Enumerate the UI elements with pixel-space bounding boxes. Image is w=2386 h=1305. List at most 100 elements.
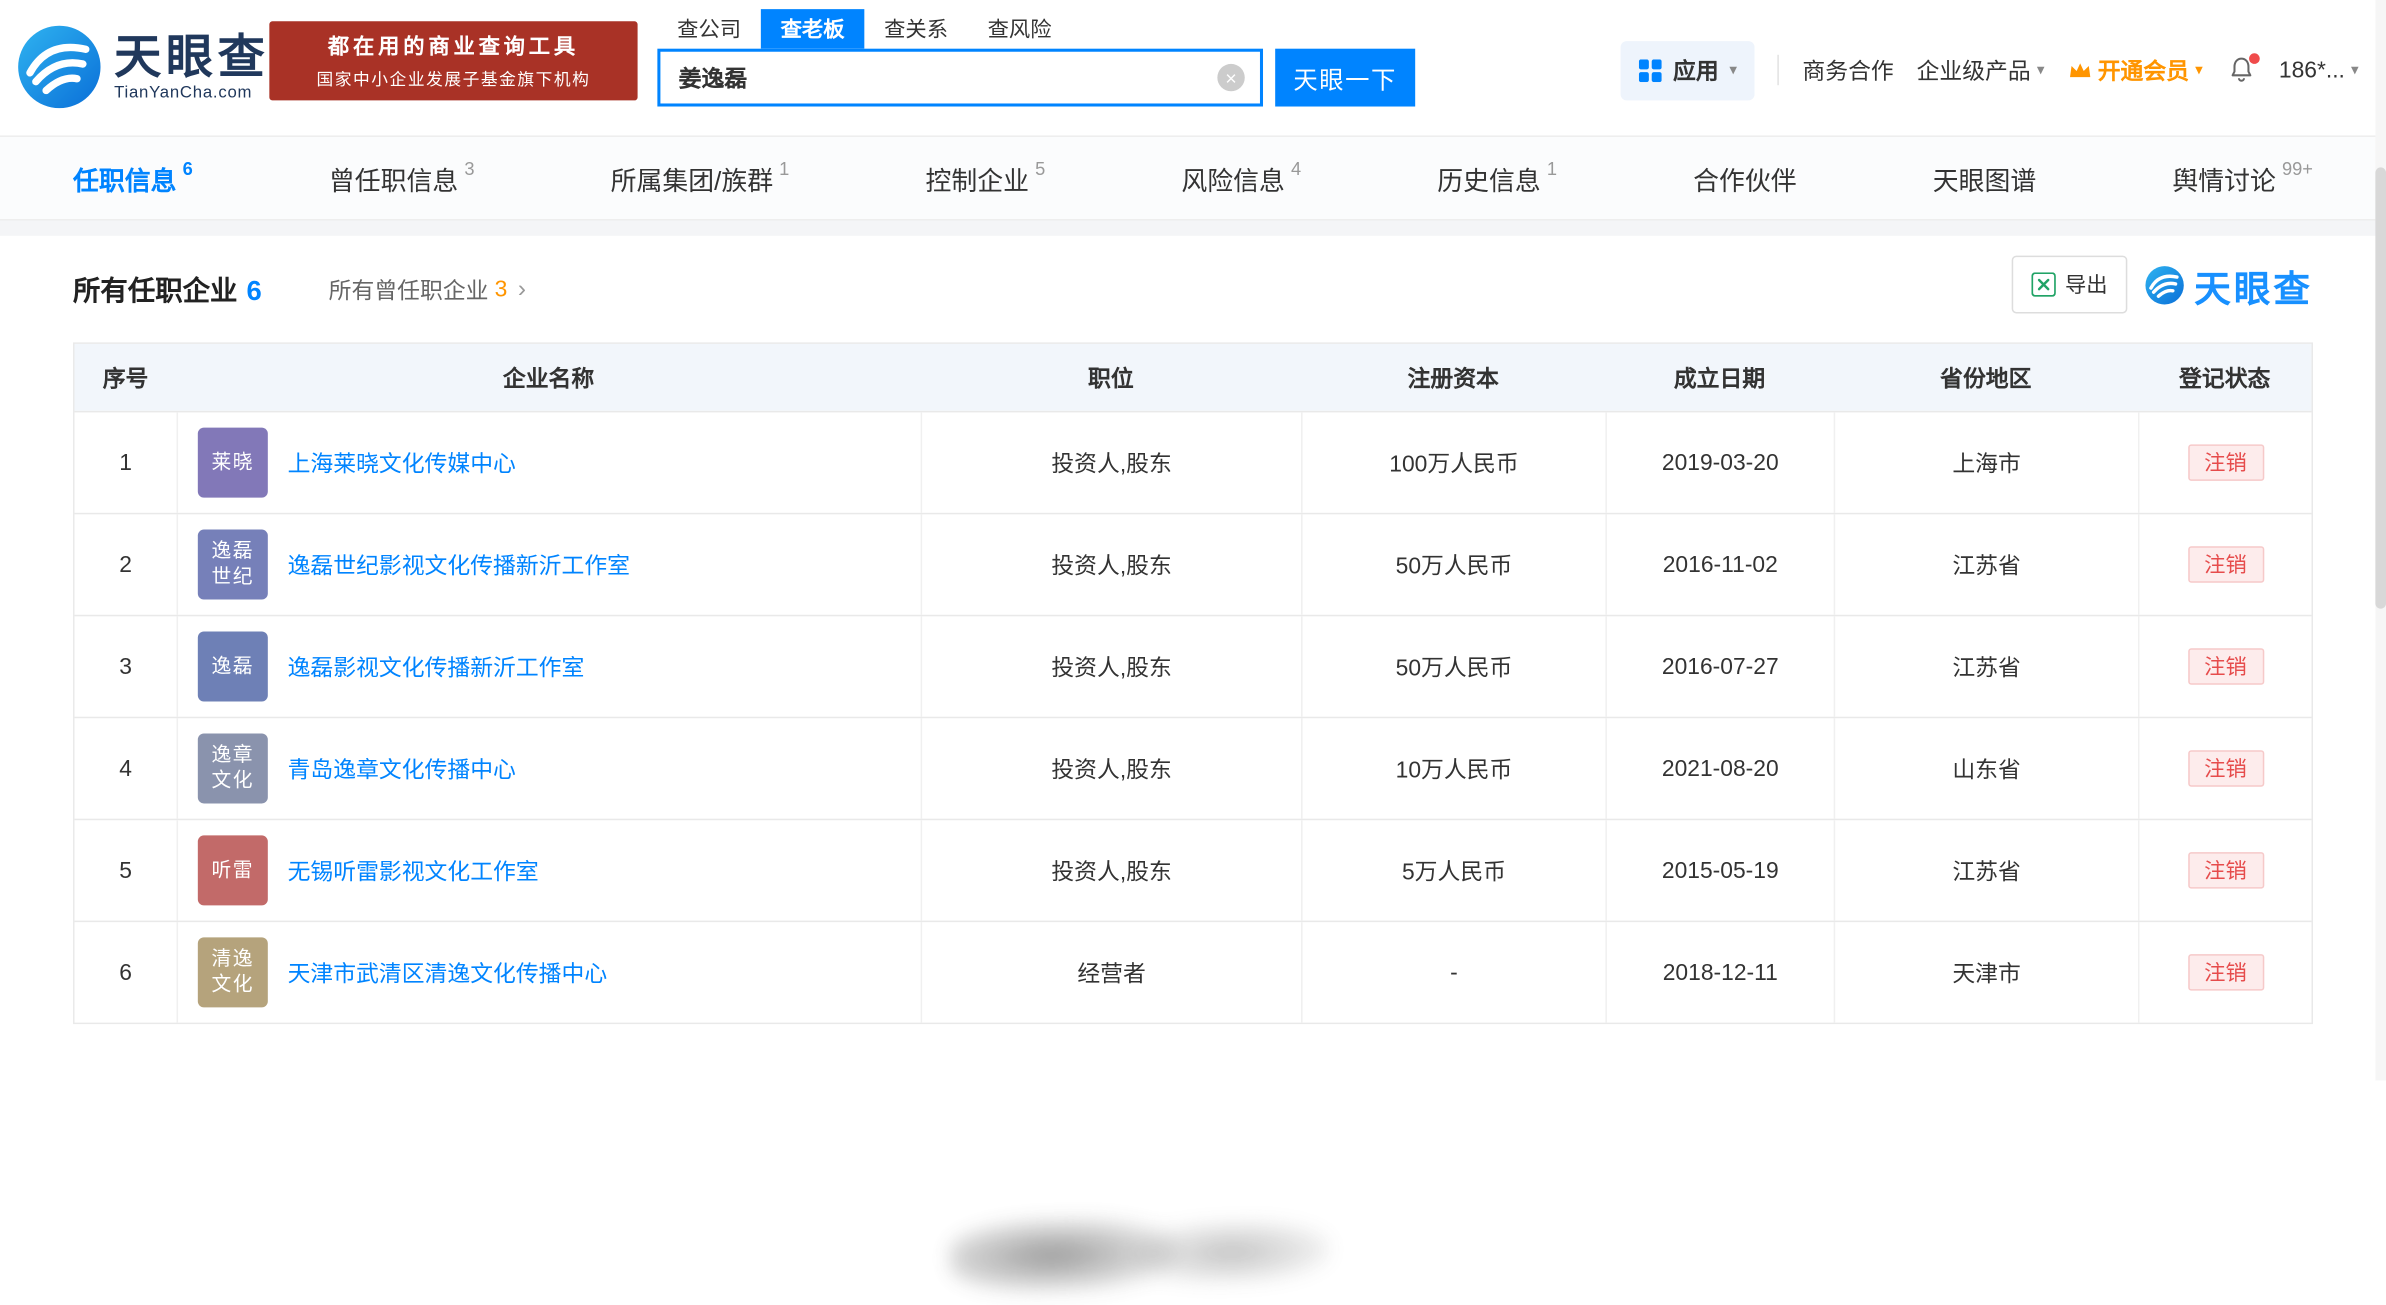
search-type-tab[interactable]: 查风险 [968, 9, 1071, 49]
region-cell: 江苏省 [1834, 514, 2138, 614]
enterprise-products-menu[interactable]: 企业级产品 ▾ [1917, 54, 2045, 86]
column-header: 注册资本 [1301, 344, 1605, 411]
search-type-tab[interactable]: 查公司 [657, 9, 760, 49]
nav-tab[interactable]: 风险信息 4 [1181, 137, 1301, 219]
row-number-cell: 4 [75, 718, 177, 818]
status-badge: 注销 [2187, 852, 2263, 889]
vip-label: 开通会员 [2098, 54, 2189, 86]
company-name-link[interactable]: 上海莱晓文化传媒中心 [288, 447, 516, 479]
search-type-tab[interactable]: 查老板 [761, 9, 864, 49]
status-cell: 注销 [2138, 412, 2311, 512]
row-number-cell: 1 [75, 412, 177, 512]
company-cell: 逸磊 逸磊影视文化传播新沂工作室 [177, 616, 921, 716]
business-cooperation-link[interactable]: 商务合作 [1802, 54, 1893, 86]
company-name-link[interactable]: 逸磊世纪影视文化传播新沂工作室 [288, 549, 630, 581]
former-positions-count: 3 [495, 277, 508, 303]
tab-count-badge: 6 [183, 158, 193, 179]
crown-icon [2067, 59, 2091, 80]
position-cell: 投资人,股东 [921, 412, 1301, 512]
status-cell: 注销 [2138, 718, 2311, 818]
status-badge: 注销 [2187, 546, 2263, 583]
scrollbar [2375, 0, 2386, 1080]
capital-cell: 5万人民币 [1301, 820, 1605, 920]
apps-menu[interactable]: 应用 ▾ [1621, 40, 1755, 99]
company-name-link[interactable]: 逸磊影视文化传播新沂工作室 [288, 651, 585, 683]
vip-upgrade-menu[interactable]: 开通会员 ▾ [2067, 54, 2203, 86]
nav-tab[interactable]: 控制企业 5 [926, 137, 1046, 219]
main-content: 所有任职企业6 所有曾任职企业 3 › 导出 [0, 236, 2386, 1081]
nav-tab[interactable]: 曾任职信息 3 [329, 137, 475, 219]
status-badge: 注销 [2187, 444, 2263, 481]
company-avatar[interactable]: 听雷 [198, 835, 268, 905]
search-area: 查公司 查老板 查关系 查风险 × 天眼一下 [657, 9, 1415, 106]
company-avatar[interactable]: 逸章 文化 [198, 733, 268, 803]
chevron-down-icon: ▾ [2351, 62, 2359, 79]
row-number-cell: 6 [75, 922, 177, 1022]
nav-tab[interactable]: 舆情讨论 99+ [2172, 137, 2313, 219]
table-row: 2 逸磊 世纪 逸磊世纪影视文化传播新沂工作室 投资人,股东 50万人民币 20… [75, 513, 2312, 615]
status-badge: 注销 [2187, 750, 2263, 787]
search-input[interactable] [660, 63, 1217, 92]
scrollbar-thumb[interactable] [2375, 167, 2386, 608]
row-number-cell: 5 [75, 820, 177, 920]
nav-tab[interactable]: 历史信息 1 [1437, 137, 1557, 219]
section-gap [0, 221, 2386, 236]
company-avatar[interactable]: 莱晓 [198, 428, 268, 498]
export-button[interactable]: 导出 [2012, 256, 2128, 314]
search-button[interactable]: 天眼一下 [1275, 49, 1415, 107]
notifications-button[interactable] [2226, 55, 2256, 85]
brand-logo-icon [2144, 265, 2185, 306]
banner-line2: 国家中小企业发展子基金旗下机构 [317, 67, 591, 91]
founded-date-cell: 2015-05-19 [1605, 820, 1833, 920]
company-name-link[interactable]: 无锡听雷影视文化工作室 [288, 854, 539, 886]
tab-count-badge: 99+ [2282, 158, 2313, 179]
table-row: 3 逸磊 逸磊影视文化传播新沂工作室 投资人,股东 50万人民币 2016-07… [75, 615, 2312, 717]
tianyancha-logo[interactable]: 天眼查 TianYanCha.com [15, 23, 269, 111]
column-header: 登记状态 [2138, 344, 2311, 411]
table-row: 6 清逸 文化 天津市武清区清逸文化传播中心 经营者 - 2018-12-11 … [75, 921, 2312, 1023]
founded-date-cell: 2018-12-11 [1605, 922, 1833, 1022]
company-name-link[interactable]: 天津市武清区清逸文化传播中心 [288, 956, 608, 988]
table-body: 1 莱晓 上海莱晓文化传媒中心 投资人,股东 100万人民币 2019-03-2… [75, 411, 2312, 1023]
column-header: 企业名称 [177, 344, 921, 411]
company-avatar[interactable]: 清逸 文化 [198, 937, 268, 1007]
column-header: 职位 [921, 344, 1301, 411]
company-name-link[interactable]: 青岛逸章文化传播中心 [288, 752, 516, 784]
account-menu[interactable]: 186*... ▾ [2279, 57, 2359, 83]
clear-search-icon[interactable]: × [1217, 64, 1244, 91]
tab-count-badge: 1 [779, 158, 789, 179]
blurred-watermark [948, 1197, 1331, 1305]
former-positions-link[interactable]: 所有曾任职企业 3 › [329, 274, 526, 306]
page: 天眼查 TianYanCha.com 都在用的商业查询工具 国家中小企业发展子基… [0, 0, 2386, 1080]
divider [1778, 55, 1780, 85]
chevron-right-icon: › [518, 276, 526, 303]
region-cell: 江苏省 [1834, 616, 2138, 716]
nav-tab[interactable]: 任职信息 6 [73, 137, 193, 219]
section-header: 所有任职企业6 所有曾任职企业 3 › 导出 [0, 236, 2386, 343]
tianyancha-logo-icon [15, 23, 103, 111]
header-nav: 应用 ▾ 商务合作 企业级产品 ▾ 开通会员 ▾ [1621, 40, 2358, 101]
capital-cell: 50万人民币 [1301, 616, 1605, 716]
capital-cell: 100万人民币 [1301, 412, 1605, 512]
row-number-cell: 2 [75, 514, 177, 614]
row-number-cell: 3 [75, 616, 177, 716]
nav-tab[interactable]: 合作伙伴 [1693, 137, 1796, 219]
company-cell: 清逸 文化 天津市武清区清逸文化传播中心 [177, 922, 921, 1022]
position-cell: 投资人,股东 [921, 820, 1301, 920]
company-cell: 逸磊 世纪 逸磊世纪影视文化传播新沂工作室 [177, 514, 921, 614]
status-badge: 注销 [2187, 648, 2263, 685]
search-type-tab[interactable]: 查关系 [864, 9, 967, 49]
tab-count-badge: 1 [1547, 158, 1557, 179]
tab-count-badge: 3 [464, 158, 474, 179]
chevron-down-icon: ▾ [2037, 62, 2045, 79]
section-title: 所有任职企业6 [73, 269, 262, 309]
nav-tab[interactable]: 天眼图谱 [1933, 137, 2036, 219]
company-cell: 逸章 文化 青岛逸章文化传播中心 [177, 718, 921, 818]
chevron-down-icon: ▾ [1729, 62, 1737, 79]
nav-tab[interactable]: 所属集团/族群 1 [611, 137, 790, 219]
excel-export-icon [2031, 272, 2055, 296]
region-cell: 江苏省 [1834, 820, 2138, 920]
company-avatar[interactable]: 逸磊 [198, 632, 268, 702]
section-title-count: 6 [247, 275, 262, 305]
company-avatar[interactable]: 逸磊 世纪 [198, 530, 268, 600]
